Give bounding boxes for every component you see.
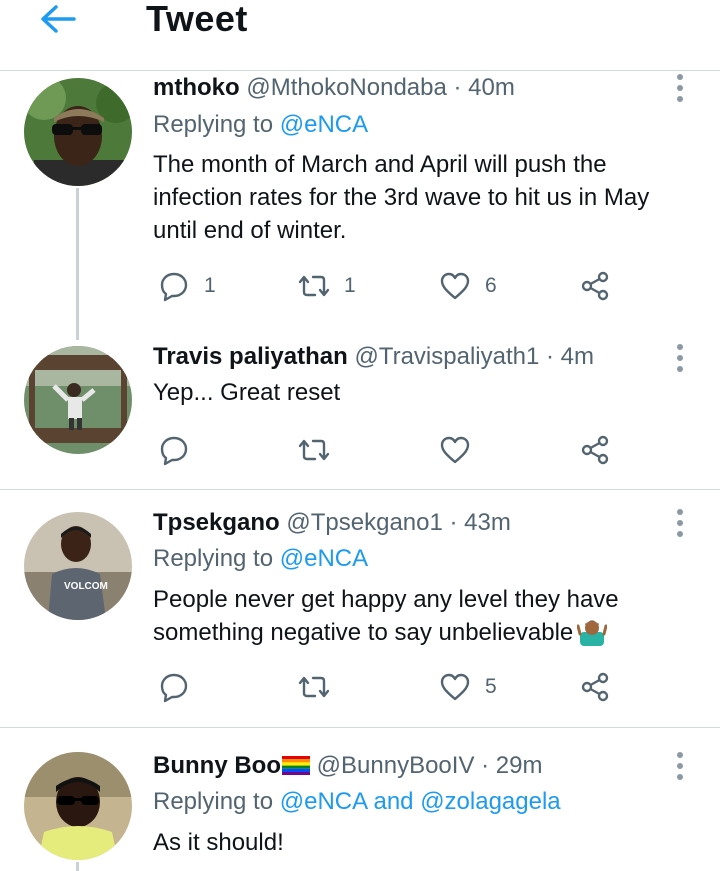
avatar[interactable]	[24, 752, 132, 860]
replying-to: Replying to @eNCA and @zolagagela	[153, 788, 561, 815]
rainbow-flag-icon	[281, 756, 310, 775]
handle-time: @BunnyBooIV · 29m	[316, 752, 543, 779]
tweet-header: Bunny Boo @BunnyBooIV · 29m	[153, 752, 542, 780]
thread-line	[76, 862, 79, 871]
tweet-text: As it should!	[153, 829, 284, 856]
display-name[interactable]: Bunny Boo	[153, 752, 310, 779]
more-vertical-icon[interactable]	[670, 751, 690, 781]
mention-link[interactable]: @eNCA and @zolagagela	[280, 788, 561, 815]
tweet-item[interactable]: Bunny Boo @BunnyBooIV · 29m Replying to …	[0, 0, 720, 871]
